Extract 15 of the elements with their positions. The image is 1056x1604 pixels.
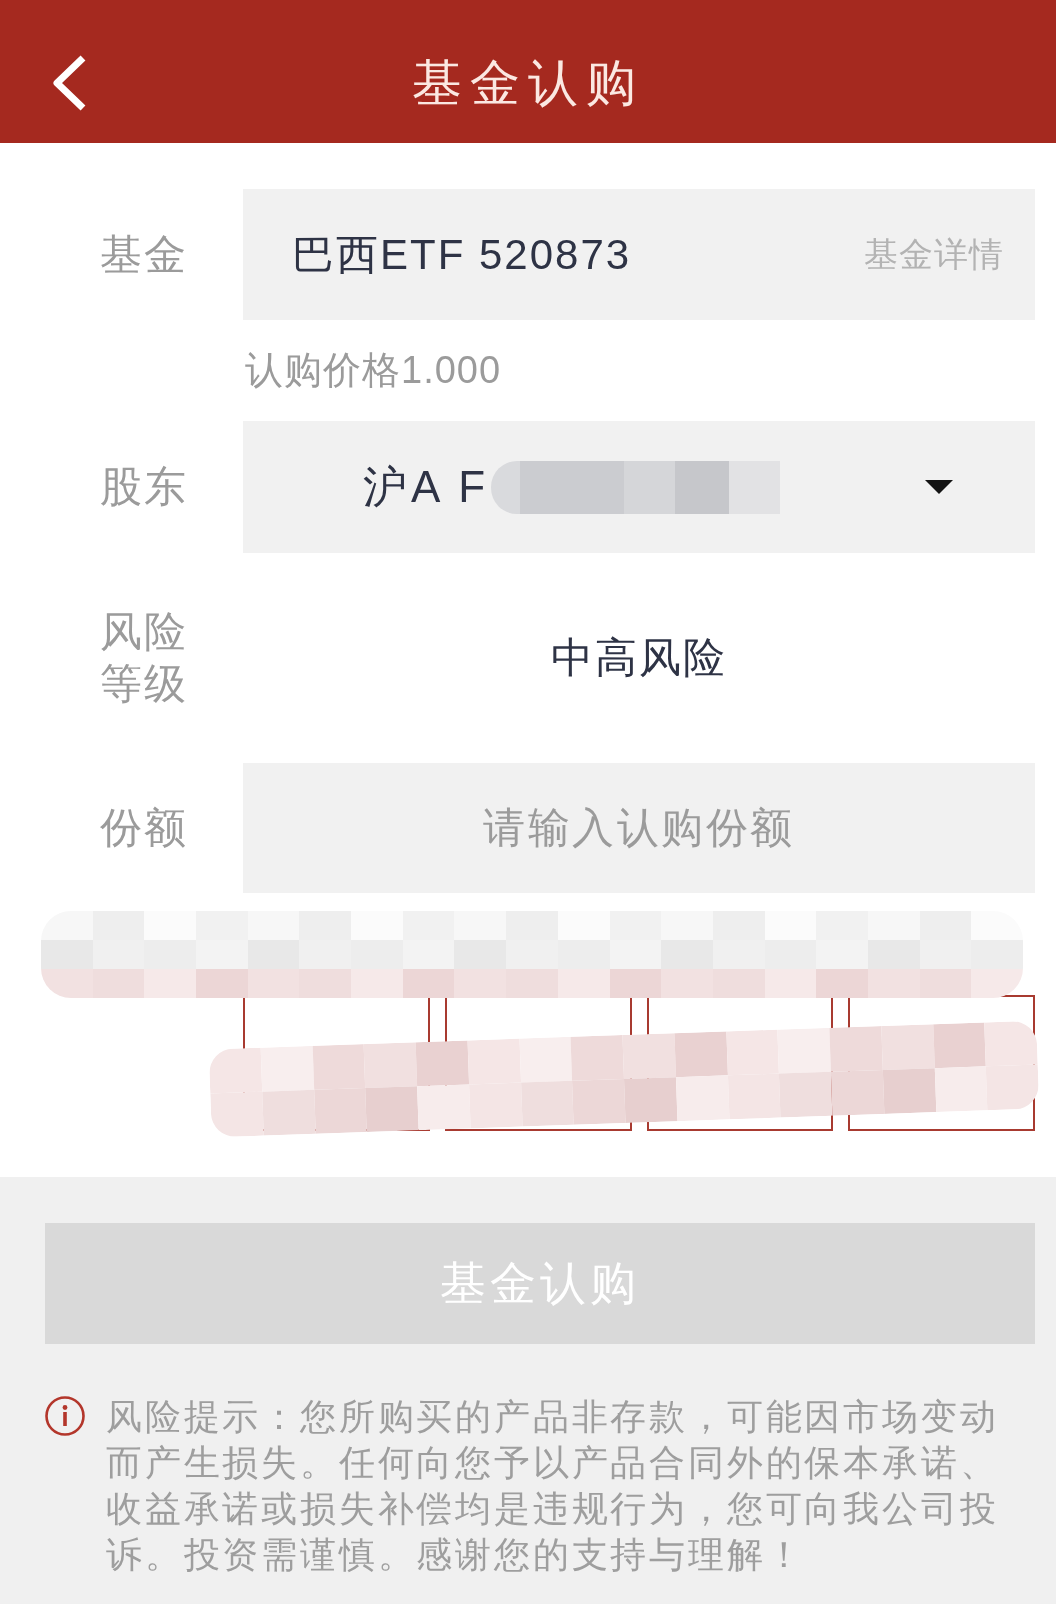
field-label: 风险等级	[100, 607, 189, 709]
page-title: 基金认购	[412, 53, 644, 113]
shareholder-select[interactable]: 沪A F	[243, 421, 1035, 553]
fund-name: 巴西ETF 520873	[292, 229, 632, 280]
caret-icon	[925, 480, 953, 494]
field-label: 份额	[100, 803, 188, 853]
subscription-price-note: 认购价格1.000	[244, 348, 502, 393]
field-label: 基金	[100, 229, 188, 280]
shares-input-field[interactable]: 请输入认购份额	[243, 763, 1035, 893]
risk-level-value: 中高风险	[551, 633, 727, 683]
info-icon	[45, 1396, 85, 1436]
field-label: 股东	[100, 462, 188, 512]
back-icon[interactable]	[52, 53, 88, 112]
fund-details-link[interactable]: 基金详情	[864, 231, 1004, 278]
risk-notice-text: 风险提示：您所购买的产品非存款，可能因市场变动而产生损失。任何向您予以产品合同外的保本承诺、收益承诺或损失补偿均是违规行为，您可向我公司投诉。投资需谨慎。感谢您的支持与理解！	[106, 1395, 1000, 1577]
